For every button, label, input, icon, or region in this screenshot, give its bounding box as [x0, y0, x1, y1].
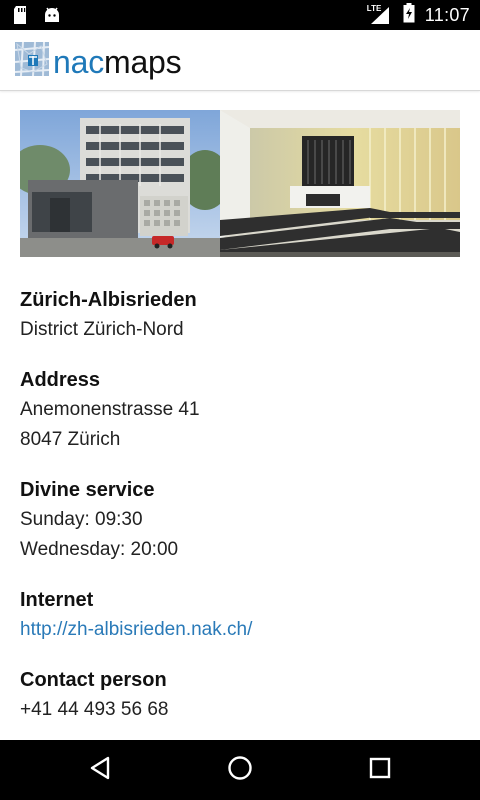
back-button[interactable]	[80, 750, 120, 790]
address-heading: Address	[20, 369, 101, 391]
contact-section: Contact person +41 44 493 56 68	[20, 665, 460, 725]
service-sunday: Sunday: 09:30	[20, 509, 143, 530]
logo-text-maps: maps	[104, 43, 182, 80]
address-line-street[interactable]: Anemonenstrasse 41	[20, 395, 460, 425]
battery-charging-icon	[403, 2, 415, 28]
address-line-city[interactable]: 8047 Zürich	[20, 425, 460, 455]
internet-heading: Internet	[20, 589, 94, 611]
contact-heading: Contact person	[20, 669, 167, 691]
signal-icon: LTE	[367, 4, 393, 26]
church-exterior-photo[interactable]	[20, 110, 220, 257]
service-wednesday: Wednesday: 20:00	[20, 539, 179, 560]
back-icon	[89, 756, 111, 785]
app-bar: nacmaps	[0, 30, 480, 91]
map-logo-icon	[14, 41, 50, 81]
recents-button[interactable]	[360, 750, 400, 790]
location-district: District Zürich-Nord	[20, 319, 184, 340]
logo-wordmark: nacmaps	[53, 43, 182, 80]
address-section: Address Anemonenstrasse 41 8047 Zürich	[20, 365, 460, 455]
sd-card-icon	[12, 5, 28, 30]
navigation-bar	[0, 740, 480, 800]
logo-text-nac: nac	[53, 43, 104, 80]
location-detail: Zürich-Albisrieden District Zürich-Nord …	[20, 110, 460, 725]
service-section: Divine service Sunday: 09:30 Wednesday: …	[20, 475, 460, 565]
church-interior-photo[interactable]	[220, 110, 460, 257]
location-header: Zürich-Albisrieden District Zürich-Nord	[20, 285, 460, 345]
status-time: 11:07	[424, 4, 470, 25]
status-bar: LTE 11:07	[0, 0, 480, 30]
website-link[interactable]: http://zh-albisrieden.nak.ch/	[20, 619, 252, 640]
contact-phone[interactable]: +41 44 493 56 68	[20, 695, 460, 725]
church-photos	[20, 110, 460, 257]
android-icon	[42, 5, 62, 30]
service-heading: Divine service	[20, 479, 155, 501]
internet-section: Internet http://zh-albisrieden.nak.ch/	[20, 585, 460, 645]
home-button[interactable]	[220, 750, 260, 790]
location-name: Zürich-Albisrieden	[20, 289, 197, 311]
home-icon	[227, 755, 253, 786]
recents-icon	[369, 757, 391, 784]
app-logo[interactable]: nacmaps	[14, 41, 182, 81]
